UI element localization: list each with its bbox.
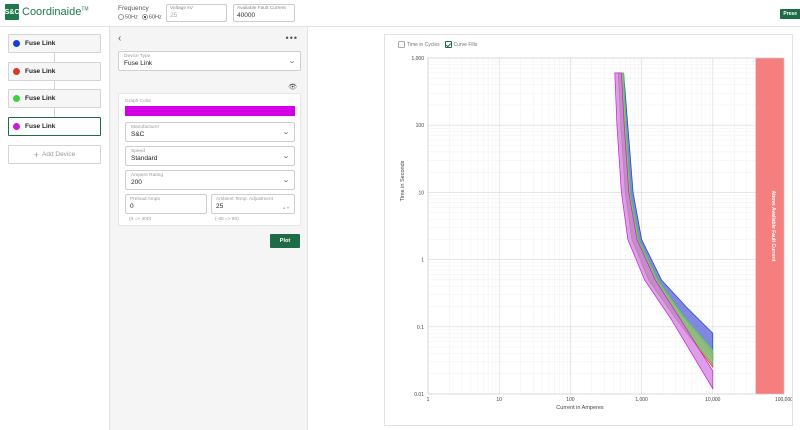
manufacturer-select[interactable]: Manufacturer S&C ⌄ xyxy=(125,122,295,142)
app-logo: S&C CoordinaideTM xyxy=(5,4,89,20)
chevron-down-icon: ⌄ xyxy=(287,58,297,65)
x-tick-label: 10 xyxy=(496,397,502,403)
ambient-temp-field[interactable]: Ambient Temp. Adjustment 25 ▲▼ xyxy=(211,194,295,214)
speed-select[interactable]: Speed Standard ⌄ xyxy=(125,146,295,166)
plot-frame xyxy=(427,57,785,395)
y-tick-label: 1 xyxy=(421,258,424,264)
y-tick-label: 0.01 xyxy=(414,392,424,398)
chevron-down-icon: ⌄ xyxy=(281,177,291,184)
tcc-chart-panel: Time in Cycles Curve Fills Above Availab… xyxy=(384,34,793,426)
device-item-2[interactable]: Fuse Link xyxy=(8,62,101,81)
x-axis-label: Current in Amperes xyxy=(556,405,604,411)
freq-60-radio[interactable]: 60Hz xyxy=(141,14,162,20)
eye-icon[interactable]: 👁 xyxy=(288,83,297,91)
y-tick-label: 100 xyxy=(416,123,425,129)
y-tick-label: 0.1 xyxy=(417,325,424,331)
ampere-rating-select[interactable]: Ampere Rating 200 ⌄ xyxy=(125,170,295,190)
plus-icon: + xyxy=(33,149,39,160)
add-device-button[interactable]: + Add Device xyxy=(8,145,101,164)
frequency-group: Frequency 50Hz 60Hz xyxy=(118,5,162,20)
fault-current-band xyxy=(755,58,784,394)
device-config-panel: ‹ ••• Device Type Fuse Link ⌄ 👁 Graph Co… xyxy=(110,27,308,430)
tcc-chart: Above Available Fault Current 1 10 100 1,000… xyxy=(400,56,792,411)
x-tick-label: 1 xyxy=(427,397,430,403)
device-color-dot xyxy=(13,95,20,102)
graph-color-label: Graph Color xyxy=(125,99,152,104)
fault-current-field[interactable]: Available Fault Current 40000 xyxy=(233,4,295,22)
voltage-field[interactable]: Voltage kV 25 xyxy=(166,4,227,22)
freq-50-radio[interactable]: 50Hz xyxy=(118,14,138,20)
device-item-3[interactable]: Fuse Link xyxy=(8,89,101,108)
back-chevron-icon[interactable]: ‹ xyxy=(118,33,121,44)
device-type-select[interactable]: Device Type Fuse Link ⌄ xyxy=(118,51,301,71)
y-tick-label: 10 xyxy=(418,190,424,196)
plot-button[interactable]: Plot xyxy=(270,234,300,248)
fault-band-label: Above Available Fault Current xyxy=(770,190,776,261)
app-title: CoordinaideTM xyxy=(22,6,89,18)
x-tick-label: 100 xyxy=(566,397,575,403)
spinner-icon: ▲▼ xyxy=(282,205,290,210)
preload-hint: (0 => 400) xyxy=(129,217,152,222)
graph-color-swatch[interactable] xyxy=(125,106,295,116)
x-tick-label: 10,000 xyxy=(705,397,721,403)
device-item-4[interactable]: Fuse Link xyxy=(8,117,101,136)
x-tick-label: 1,000 xyxy=(635,397,648,403)
ambient-hint: (-40 => 80) xyxy=(215,217,239,222)
frequency-label: Frequency xyxy=(118,5,149,12)
more-options-icon[interactable]: ••• xyxy=(286,33,298,43)
chevron-down-icon: ⌄ xyxy=(281,153,291,160)
preload-amps-field[interactable]: Preload Amps 0 xyxy=(125,194,207,214)
device-color-dot xyxy=(13,123,20,130)
sc-logo-icon: S&C xyxy=(5,4,19,20)
y-tick-label: 1,000 xyxy=(411,56,424,62)
x-tick-label: 100,000 xyxy=(775,397,792,403)
device-item-1[interactable]: Fuse Link xyxy=(8,34,101,53)
device-settings-card: Graph Color Manufacturer S&C ⌄ Speed Sta… xyxy=(118,93,301,226)
y-axis-label: Time in Seconds xyxy=(400,160,406,201)
device-color-dot xyxy=(13,40,20,47)
presentation-button[interactable]: Prese xyxy=(780,9,800,19)
top-bar: S&C CoordinaideTM Frequency 50Hz 60Hz Vo… xyxy=(0,0,800,27)
device-color-dot xyxy=(13,68,20,75)
chevron-down-icon: ⌄ xyxy=(281,129,291,136)
device-list: Fuse Link Fuse Link Fuse Link Fuse Link … xyxy=(0,27,110,430)
